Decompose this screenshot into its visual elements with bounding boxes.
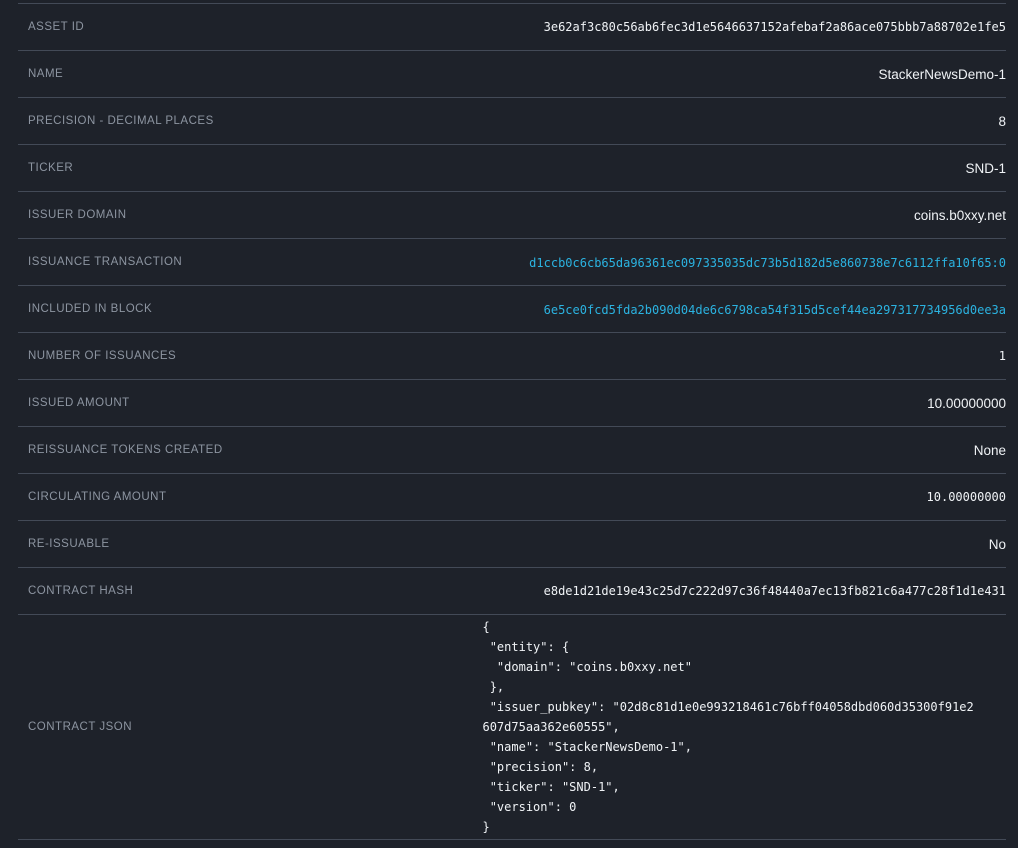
circulating-amount-label: CIRCULATING AMOUNT [18, 491, 482, 503]
table-row-circulating-amount: CIRCULATING AMOUNT 10.00000000 [18, 473, 1006, 520]
circulating-amount-value: 10.00000000 [482, 490, 1006, 504]
number-of-issuances-value: 1 [482, 349, 1006, 363]
table-row-asset-id: ASSET ID 3e62af3c80c56ab6fec3d1e56466371… [18, 3, 1006, 50]
asset-id-label: ASSET ID [18, 21, 482, 33]
table-row-name: NAME StackerNewsDemo-1 [18, 50, 1006, 97]
included-in-block-label: INCLUDED IN BLOCK [18, 303, 482, 315]
table-row-contract-hash: CONTRACT HASH e8de1d21de19e43c25d7c222d9… [18, 567, 1006, 614]
table-row-reissuance-tokens: REISSUANCE TOKENS CREATED None [18, 426, 1006, 473]
contract-hash-label: CONTRACT HASH [18, 585, 482, 597]
reissuable-value: No [482, 537, 1006, 552]
issuer-domain-value: coins.b0xxy.net [482, 208, 1006, 223]
issuer-domain-label: ISSUER DOMAIN [18, 209, 482, 221]
table-row-ticker: TICKER SND-1 [18, 144, 1006, 191]
reissuance-tokens-value: None [482, 443, 1006, 458]
ticker-value: SND-1 [482, 161, 1006, 176]
table-row-precision: PRECISION - DECIMAL PLACES 8 [18, 97, 1006, 144]
table-row-issuance-transaction: ISSUANCE TRANSACTION d1ccb0c6cb65da96361… [18, 238, 1006, 285]
name-value: StackerNewsDemo-1 [482, 67, 1006, 82]
issued-amount-label: ISSUED AMOUNT [18, 397, 482, 409]
issuance-transaction-label: ISSUANCE TRANSACTION [18, 256, 482, 268]
table-row-included-in-block: INCLUDED IN BLOCK 6e5ce0fcd5fda2b090d04d… [18, 285, 1006, 332]
included-in-block-link[interactable]: 6e5ce0fcd5fda2b090d04de6c6798ca54f315d5c… [544, 303, 1006, 317]
asset-details-table: ASSET ID 3e62af3c80c56ab6fec3d1e56466371… [18, 0, 1006, 840]
name-label: NAME [18, 68, 482, 80]
precision-label: PRECISION - DECIMAL PLACES [18, 115, 482, 127]
issued-amount-value: 10.00000000 [482, 396, 1006, 411]
table-row-reissuable: RE-ISSUABLE No [18, 520, 1006, 567]
reissuable-label: RE-ISSUABLE [18, 538, 482, 550]
precision-value: 8 [482, 114, 1006, 129]
asset-id-value: 3e62af3c80c56ab6fec3d1e5646637152afebaf2… [482, 20, 1006, 34]
table-row-number-of-issuances: NUMBER OF ISSUANCES 1 [18, 332, 1006, 379]
issuance-transaction-link[interactable]: d1ccb0c6cb65da96361ec097335035dc73b5d182… [529, 256, 1006, 270]
contract-json-label: CONTRACT JSON [18, 721, 482, 733]
number-of-issuances-label: NUMBER OF ISSUANCES [18, 350, 482, 362]
contract-json-value: { "entity": { "domain": "coins.b0xxy.net… [482, 617, 976, 837]
contract-hash-value: e8de1d21de19e43c25d7c222d97c36f48440a7ec… [482, 584, 1006, 598]
reissuance-tokens-label: REISSUANCE TOKENS CREATED [18, 444, 482, 456]
table-row-contract-json: CONTRACT JSON { "entity": { "domain": "c… [18, 614, 1006, 840]
table-row-issuer-domain: ISSUER DOMAIN coins.b0xxy.net [18, 191, 1006, 238]
table-row-issued-amount: ISSUED AMOUNT 10.00000000 [18, 379, 1006, 426]
ticker-label: TICKER [18, 162, 482, 174]
